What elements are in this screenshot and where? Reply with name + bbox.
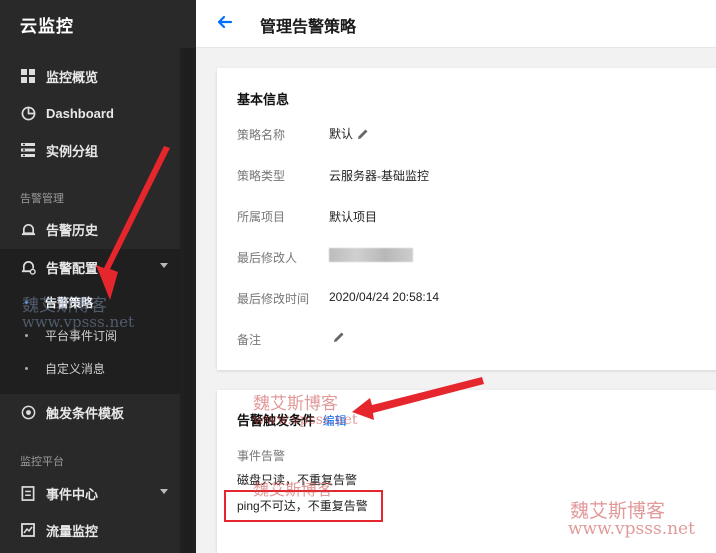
sidebar-item-label: Dashboard (46, 105, 114, 121)
edit-pencil-icon[interactable] (333, 331, 345, 343)
sidebar-item-label: 流量监控 (46, 523, 99, 539)
basic-info-card: 基本信息 策略名称 默认 策略类型 云服务器-基础监控 所属项目 默认项目 最后… (217, 68, 716, 370)
sidebar-subitem-label: 告警策略 (45, 295, 94, 310)
page-title: 管理告警策略 (260, 19, 357, 36)
field-label: 策略类型 (237, 169, 286, 183)
sidebar-item-label: 监控概览 (46, 69, 99, 85)
sidebar-item-instance-group[interactable]: 实例分组 (0, 132, 180, 168)
brand-title: 云监控 (20, 17, 74, 36)
sidebar-item-label: 实例分组 (46, 143, 99, 159)
list-icon (20, 142, 36, 158)
blurred-username (329, 248, 413, 262)
field-label: 最后修改时间 (237, 292, 310, 306)
policy-name-value: 默认 (329, 125, 369, 142)
field-value: 默认项目 (329, 210, 378, 224)
sidebar-item-dashboard[interactable]: Dashboard (0, 95, 180, 131)
sidebar-item-event-center[interactable]: 事件中心 (0, 475, 180, 511)
document-icon (20, 485, 36, 501)
field-value: 2020/04/24 20:58:14 (329, 290, 440, 304)
sidebar-item-label: 事件中心 (46, 486, 99, 502)
chevron-down-icon (160, 263, 168, 268)
sidebar-item-alarm-history[interactable]: 告警历史 (0, 211, 180, 247)
page-header: 管理告警策略 (196, 0, 716, 48)
field-label: 策略名称 (237, 128, 286, 142)
sidebar-subitem-custom-message[interactable]: 自定义消息 (0, 351, 180, 385)
nav-group-platform: 监控平台 (20, 456, 64, 468)
edit-link[interactable]: 编辑 (323, 414, 347, 428)
bullet-icon (25, 333, 28, 337)
field-value: 云服务器-基础监控 (329, 169, 429, 183)
clock-pie-icon (20, 105, 36, 121)
remark-value (329, 331, 345, 343)
field-label: 最后修改人 (237, 251, 298, 265)
last-modifier-value (329, 248, 413, 262)
trigger-title-row: 告警触发条件 编辑 (237, 410, 347, 429)
chart-icon (20, 522, 36, 538)
trigger-title: 告警触发条件 (237, 413, 316, 428)
sidebar-item-traffic-monitor[interactable]: 流量监控 (0, 512, 180, 548)
highlight-box (224, 490, 383, 522)
sidebar-item-alarm-config[interactable]: 告警配置 (0, 249, 180, 285)
field-label: 所属项目 (237, 210, 286, 224)
sidebar-item-trigger-template[interactable]: 触发条件模板 (0, 394, 180, 430)
target-icon (20, 404, 36, 420)
grid-icon (20, 68, 36, 84)
nav-group-alarm: 告警管理 (20, 193, 64, 205)
alarm-gear-icon (20, 259, 36, 275)
sidebar-item-label: 告警历史 (46, 222, 99, 238)
bell-icon (20, 221, 36, 237)
field-label: 备注 (237, 333, 262, 347)
sidebar: 云监控 监控概览 Dashboard 实例分组 告警管理 告警历史 告警配置 告… (0, 0, 196, 553)
back-arrow-icon[interactable] (214, 11, 236, 33)
basic-info-title: 基本信息 (237, 92, 290, 107)
field-value: 默认 (329, 127, 354, 141)
sidebar-subitem-label: 自定义消息 (45, 361, 106, 376)
sidebar-item-overview[interactable]: 监控概览 (0, 58, 180, 94)
sidebar-subitem-label: 平台事件订阅 (45, 328, 118, 343)
sidebar-item-label: 告警配置 (46, 260, 99, 276)
bullet-icon (25, 366, 28, 370)
sidebar-subitem-alarm-policy[interactable]: 告警策略 (0, 285, 180, 319)
condition-item: 磁盘只读，不重复告警 (237, 473, 358, 487)
edit-pencil-icon[interactable] (357, 128, 369, 140)
sidebar-scrollbar-thumb[interactable] (184, 48, 192, 553)
trigger-conditions-card: 告警触发条件 编辑 事件告警 磁盘只读，不重复告警 ping不可达，不重复告警 (217, 390, 716, 553)
bullet-icon (25, 300, 28, 304)
sidebar-subitem-event-subscription[interactable]: 平台事件订阅 (0, 318, 180, 352)
event-alarm-label: 事件告警 (237, 449, 286, 463)
chevron-down-icon (160, 489, 168, 494)
sidebar-item-label: 触发条件模板 (46, 405, 125, 421)
